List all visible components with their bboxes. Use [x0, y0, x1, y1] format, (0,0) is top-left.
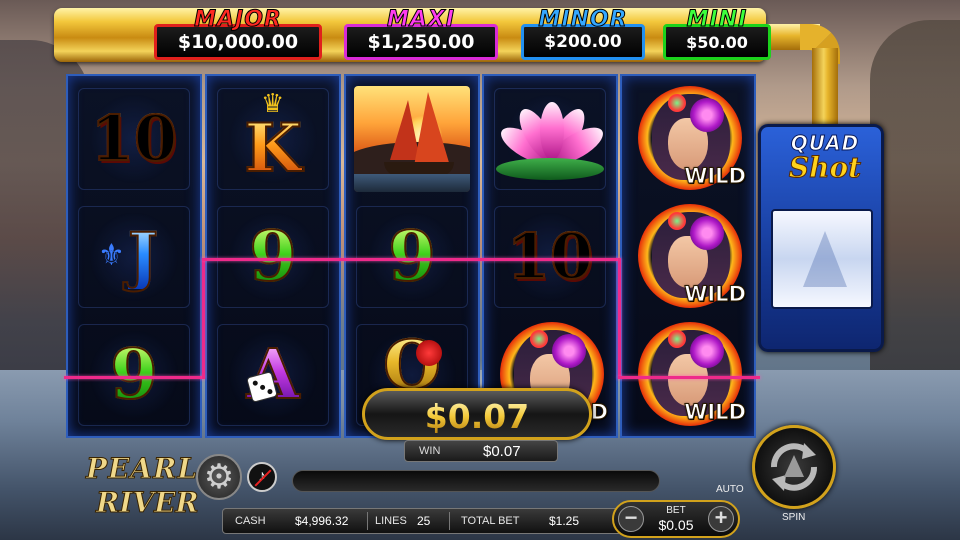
divider — [367, 512, 368, 530]
jackpot-mini-label: MINI — [686, 7, 748, 32]
reel-symbol-ten: 10 — [72, 82, 196, 196]
wild-label: WILD — [684, 164, 747, 189]
payline-segment-right — [618, 376, 760, 379]
bet-control: − BET $0.05 + — [612, 500, 740, 538]
bet-value: $0.05 — [658, 517, 694, 533]
fleur-de-lis-icon: ⚜ — [98, 239, 125, 272]
settings-button[interactable]: ⚙ — [196, 454, 242, 500]
reel-symbol-king: ♛ K — [211, 82, 335, 196]
reel-symbol-lotus-flower — [488, 82, 612, 196]
payline-segment-middle — [202, 258, 620, 261]
rose-icon — [416, 340, 442, 366]
payline-segment-rise — [202, 258, 205, 379]
cash-label: CASH — [235, 515, 266, 527]
junk-boat-icon — [354, 86, 470, 192]
symbol-text: K — [243, 109, 302, 187]
symbol-text: 9 — [387, 217, 436, 297]
quad-shot-logo-bottom: Shot — [788, 151, 862, 185]
symbol-text: 10 — [506, 220, 594, 293]
win-meter: WIN $0.07 — [404, 440, 558, 462]
autoplay-label[interactable]: AUTO — [716, 484, 744, 495]
payline-segment-left — [64, 376, 204, 379]
win-label: WIN — [419, 445, 441, 457]
reel-symbol-wild: WILD — [626, 200, 750, 314]
reel-symbol-nine: 9 — [72, 318, 196, 432]
bet-decrease-button[interactable]: − — [618, 506, 644, 532]
sound-toggle-button[interactable]: ♪ — [247, 462, 277, 492]
reel-5: WILD WILD WILD — [620, 74, 756, 438]
lines-value: 25 — [417, 514, 431, 528]
reel-symbol-nine: 9 — [211, 200, 335, 314]
game-logo-river: RIVER — [96, 486, 200, 520]
jackpot-minor: $200.00 MINOR — [521, 7, 645, 62]
game-logo-pearl: PEARL — [85, 452, 199, 486]
jackpot-maxi-label: MAXI — [386, 7, 456, 32]
symbol-text: 9 — [109, 335, 158, 415]
reel-symbol-jack: ⚜ J — [72, 200, 196, 314]
jackpot-major: $10,000.00 MAJOR — [154, 7, 322, 62]
jackpot-major-label: MAJOR — [194, 7, 282, 32]
reel-symbol-wild: WILD — [626, 82, 750, 196]
reel-2: ♛ K 9 A — [205, 74, 341, 438]
reel-3: 9 Q — [344, 74, 480, 438]
total-bet-label: TOTAL BET — [461, 515, 520, 527]
lotus-leaf-icon — [496, 158, 604, 180]
spin-button[interactable] — [752, 425, 836, 509]
reel-symbol-wild: WILD — [626, 318, 750, 432]
quad-shot-window — [771, 209, 873, 309]
wild-label: WILD — [684, 282, 747, 307]
reel-symbol-ace: A — [211, 318, 335, 432]
reel-symbol-junk-boat — [350, 82, 474, 196]
reel-1: 10 ⚜ J 9 — [66, 74, 202, 438]
game-stage: $10,000.00 MAJOR $1,250.00 MAXI $200.00 … — [0, 0, 960, 540]
spin-label: SPIN — [782, 512, 806, 523]
symbol-text: J — [127, 219, 159, 294]
gear-icon: ⚙ — [203, 458, 235, 496]
jackpot-bar: $10,000.00 MAJOR $1,250.00 MAXI $200.00 … — [54, 7, 771, 62]
win-value: $0.07 — [483, 443, 521, 460]
message-bar — [292, 470, 660, 492]
total-bet-value: $1.25 — [549, 514, 580, 528]
bet-increase-button[interactable]: + — [708, 506, 734, 532]
jackpot-minor-label: MINOR — [538, 7, 628, 32]
divider — [449, 512, 450, 530]
cash-value: $4,996.32 — [295, 514, 349, 528]
win-amount-plaque: $0.07 — [362, 388, 592, 440]
spin-arrows-icon — [771, 443, 817, 491]
info-bar: CASH $4,996.32 LINES 25 TOTAL BET $1.25 — [222, 508, 622, 534]
quad-shot-emblem-icon — [803, 231, 847, 287]
sound-muted-icon: ♪ — [258, 468, 266, 485]
win-amount: $0.07 — [365, 397, 589, 436]
payline-segment-drop — [618, 258, 621, 379]
quad-shot-panel: QUAD Shot — [758, 124, 884, 352]
reel-symbol-nine: 9 — [350, 200, 474, 314]
symbol-text: 9 — [248, 217, 297, 297]
lines-label: LINES — [375, 515, 407, 527]
jackpot-maxi: $1,250.00 MAXI — [344, 7, 498, 62]
symbol-text: 10 — [90, 102, 178, 175]
wild-label: WILD — [684, 400, 747, 425]
bet-label: BET — [666, 505, 686, 516]
reel-symbol-ten: 10 — [488, 200, 612, 314]
reel-4: 10 WILD — [482, 74, 618, 438]
jackpot-mini: $50.00 MINI — [663, 7, 771, 62]
gold-pipe-vertical — [812, 48, 838, 124]
